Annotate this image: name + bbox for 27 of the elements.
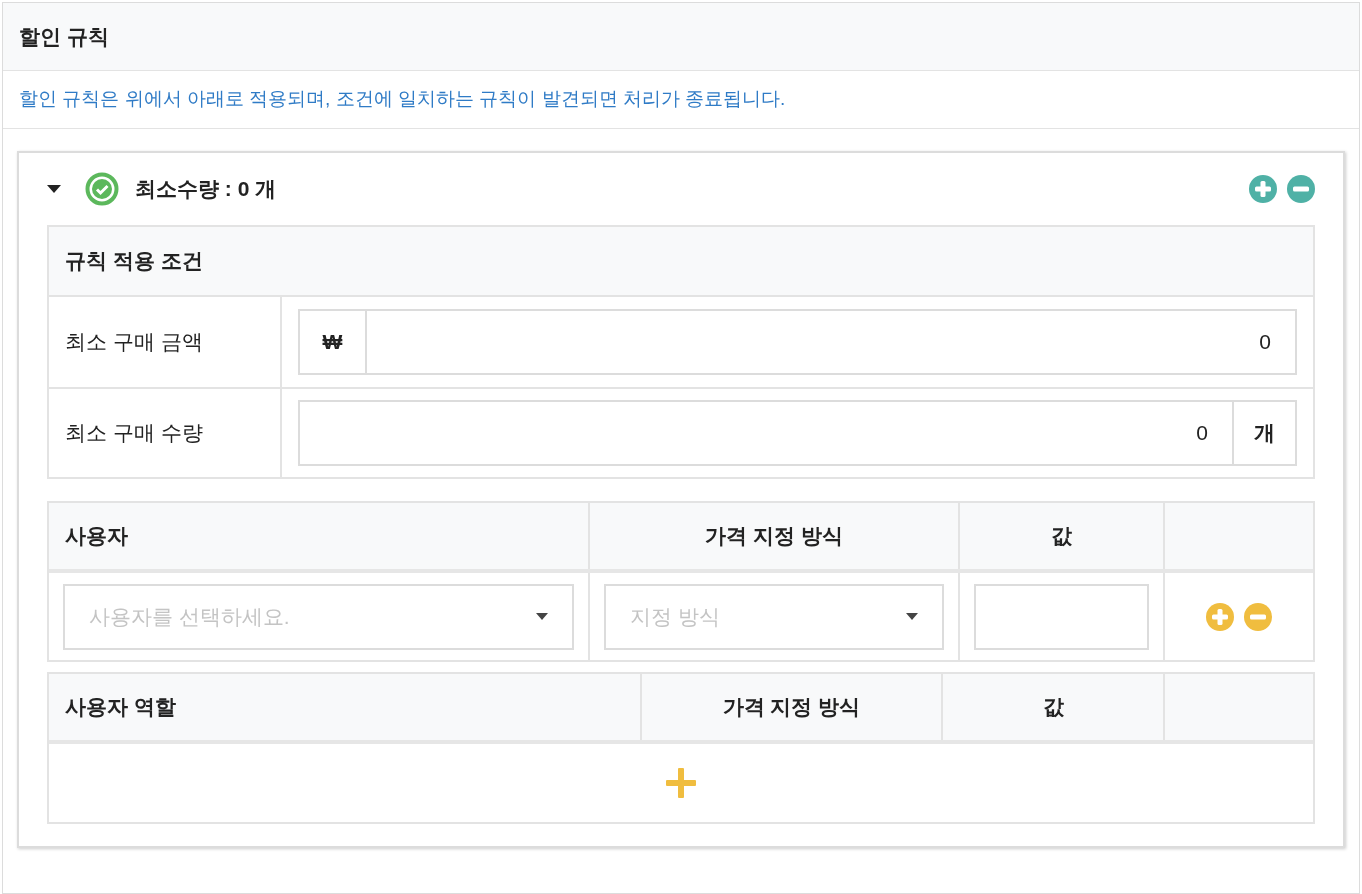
add-icon[interactable]	[666, 768, 696, 798]
currency-addon: ₩	[300, 311, 367, 373]
input-field[interactable]: 0 개	[298, 400, 1297, 466]
caret-icon	[906, 613, 918, 620]
add-icon[interactable]	[1249, 175, 1277, 203]
column-header: 사용자 역할	[65, 694, 176, 721]
column-header: 값	[1051, 523, 1072, 550]
column-header: 값	[1042, 694, 1064, 721]
caret-icon[interactable]	[47, 184, 61, 194]
field-label: 최소 구매 금액	[65, 329, 203, 356]
panel-title: 할인 규칙	[19, 23, 109, 50]
remove-icon[interactable]	[1244, 602, 1272, 631]
rule-title: 최소수량 : 0 개	[135, 176, 277, 203]
field-value: 0	[1258, 329, 1272, 356]
input-field[interactable]: ₩ 0	[298, 309, 1297, 375]
value-input[interactable]	[974, 583, 1149, 650]
field-label: 최소 구매 수량	[65, 420, 203, 447]
column-header: 사용자	[65, 523, 128, 550]
column-header: 가격 지정 방식	[722, 694, 861, 721]
add-icon[interactable]	[1206, 602, 1234, 631]
column-header: 가격 지정 방식	[705, 523, 843, 550]
table-title: 규칙 적용 조건	[65, 248, 203, 275]
remove-icon[interactable]	[1287, 175, 1315, 203]
unit-addon: 개	[1232, 402, 1295, 464]
caret-icon	[536, 613, 548, 620]
field-value: 0	[1195, 420, 1209, 447]
notice-text: 할인 규칙은 위에서 아래로 적용되며, 조건에 일치하는 규칙이 발견되면 처리가 종료됩니다.	[19, 87, 786, 112]
